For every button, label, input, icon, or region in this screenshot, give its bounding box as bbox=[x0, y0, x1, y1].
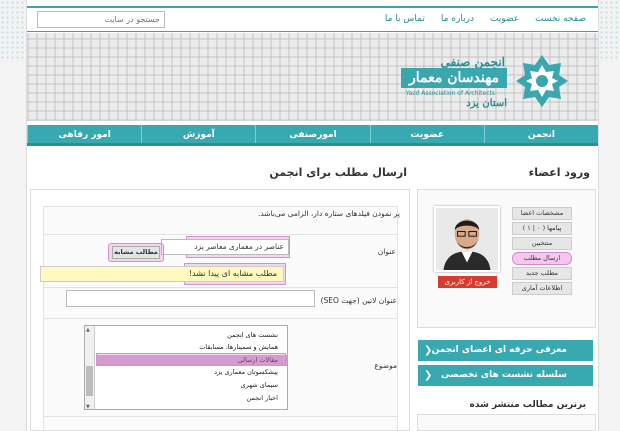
listbox-scrollbar[interactable]: ▲ ▼ bbox=[85, 326, 95, 409]
scroll-down-icon[interactable]: ▼ bbox=[86, 404, 90, 409]
sidebar-link-label: سلسله نشست های تخصصی bbox=[440, 370, 567, 380]
top-nav: صفحه نخست عضویت درباره ما تماس با ما bbox=[385, 14, 586, 24]
latest-panel bbox=[417, 414, 596, 431]
sidebar-link-sessions[interactable]: ❮ سلسله نشست های تخصصی bbox=[418, 365, 593, 386]
member-menu-new-post[interactable]: مطلب جدید bbox=[512, 267, 572, 280]
subject-option[interactable]: اخبار انجمن bbox=[96, 393, 287, 404]
logo-title: انجمن صنفی bbox=[440, 55, 505, 69]
top-nav-contact[interactable]: تماس با ما bbox=[385, 14, 425, 24]
subject-option[interactable]: نشست های انجمن bbox=[96, 330, 287, 341]
required-note: پر نمودن فیلدهای ستاره دار، الزامی می‌با… bbox=[257, 209, 400, 218]
divider bbox=[44, 234, 397, 235]
member-menu-profile[interactable]: مشخصات اعضا bbox=[512, 207, 572, 220]
search-input[interactable] bbox=[37, 11, 165, 28]
top-nav-membership[interactable]: عضویت bbox=[490, 14, 519, 24]
member-menu-messages[interactable]: پیامها ( ۰ | ۱ ) bbox=[512, 222, 572, 235]
logo-english: Yazd Association of Architects bbox=[405, 90, 495, 97]
main-nav-guild[interactable]: امورصنفی bbox=[255, 125, 369, 143]
logo-subtitle: استان یزد bbox=[466, 98, 507, 109]
seo-title-input[interactable] bbox=[66, 290, 315, 307]
main-nav-welfare[interactable]: امور رفاهی bbox=[26, 125, 141, 143]
member-menu-statistics[interactable]: اطلاعات آماری bbox=[512, 282, 572, 295]
top-bar: صفحه نخست عضویت درباره ما تماس با ما bbox=[27, 6, 598, 32]
divider bbox=[44, 287, 397, 288]
site-header: انجمن صنفی مهندسان معمار Yazd Associatio… bbox=[27, 33, 598, 121]
avatar bbox=[434, 206, 500, 272]
logout-button[interactable]: خروج از کاربری bbox=[438, 276, 497, 288]
scroll-up-icon[interactable]: ▲ bbox=[86, 327, 90, 333]
subject-listbox[interactable]: ▲ ▼ نشست های انجمن همایش و سمینارها، مسا… bbox=[84, 325, 288, 410]
title-label: عنوان bbox=[377, 247, 396, 256]
sidebar-link-member-intro[interactable]: ❮ معرفی حرفه ای اعضای انجمن bbox=[418, 340, 593, 361]
site-logo[interactable]: انجمن صنفی مهندسان معمار Yazd Associatio… bbox=[375, 53, 575, 111]
user-photo-icon bbox=[436, 208, 498, 270]
login-heading: ورود اعضاء bbox=[528, 166, 590, 179]
subject-option[interactable]: سیمای شهری bbox=[96, 380, 287, 391]
member-menu: مشخصات اعضا پیامها ( ۰ | ۱ ) منتخبین ارس… bbox=[512, 207, 572, 297]
subject-option[interactable]: همایش و سمینارها، مسابقات bbox=[96, 342, 287, 353]
divider bbox=[44, 416, 397, 417]
sidebar-link-label: معرفی حرفه ای اعضای انجمن bbox=[431, 345, 567, 355]
title-input[interactable]: عناصر در معماری معاصر یزد bbox=[161, 239, 289, 255]
left-pattern bbox=[0, 0, 26, 60]
divider bbox=[44, 318, 397, 319]
member-menu-send-post[interactable]: ارسال مطلب bbox=[512, 252, 572, 265]
scrollbar-thumb[interactable] bbox=[86, 366, 93, 396]
member-menu-elected[interactable]: منتخبین bbox=[512, 237, 572, 250]
form-heading: ارسال مطلب برای انجمن bbox=[269, 166, 407, 179]
top-nav-about[interactable]: درباره ما bbox=[441, 14, 474, 24]
similar-posts-button[interactable]: مطالب مشابه bbox=[112, 246, 160, 259]
main-nav-education[interactable]: آموزش bbox=[141, 125, 255, 143]
selected-option-highlight bbox=[96, 353, 286, 366]
subject-label: موضوع bbox=[374, 361, 397, 370]
chevron-left-icon: ❮ bbox=[424, 345, 433, 356]
latest-heading: برترین مطالب منتشر شده bbox=[469, 400, 587, 410]
subject-option[interactable]: پیشکسوتان معماری یزد bbox=[96, 367, 287, 378]
logo-main-text: مهندسان معمار bbox=[401, 68, 507, 88]
top-nav-home[interactable]: صفحه نخست bbox=[535, 14, 586, 24]
main-nav-association[interactable]: انجمن bbox=[483, 125, 598, 143]
not-found-message: مطلب مشابه ای پیدا نشد! bbox=[40, 266, 284, 282]
main-nav-membership[interactable]: عضویت bbox=[369, 125, 484, 143]
seo-label: عنوان لاتین (جهت SEO) bbox=[320, 296, 397, 305]
logo-emblem-icon bbox=[516, 55, 568, 107]
main-nav: انجمن عضویت امورصنفی آموزش امور رفاهی bbox=[26, 125, 598, 146]
chevron-left-icon: ❮ bbox=[424, 370, 433, 381]
